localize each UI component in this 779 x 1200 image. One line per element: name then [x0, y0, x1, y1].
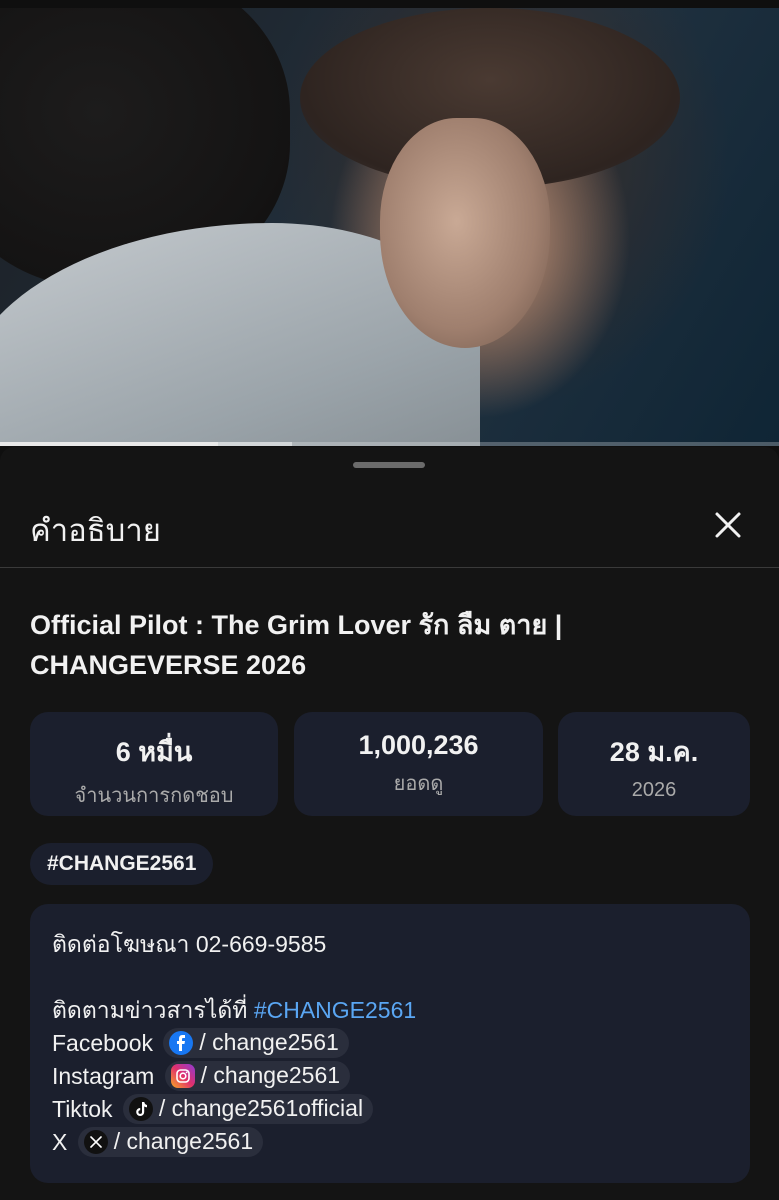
- likes-value: 6 หมื่น: [115, 737, 193, 767]
- instagram-handle: / change2561: [200, 1062, 341, 1089]
- close-button[interactable]: [706, 503, 750, 547]
- social-row-tiktok: Tiktok / change2561official: [52, 1093, 728, 1126]
- social-platform-label: X: [52, 1129, 68, 1155]
- date-value: 28 ม.ค.: [609, 737, 699, 767]
- divider: [0, 567, 779, 568]
- social-platform-label: Instagram: [52, 1063, 155, 1089]
- video-title: Official Pilot : The Grim Lover รัก ลืม …: [30, 610, 563, 680]
- instagram-icon: [170, 1063, 195, 1088]
- hashtag-chip[interactable]: #CHANGE2561: [30, 843, 214, 885]
- social-row-facebook: Facebook / change2561: [52, 1027, 728, 1060]
- views-value: 1,000,236: [358, 730, 479, 760]
- tiktok-handle: / change2561official: [158, 1095, 364, 1122]
- x-handle: / change2561: [113, 1128, 254, 1155]
- likes-label: จำนวนการกดชอบ: [74, 785, 234, 807]
- video-frame-face: [380, 118, 550, 348]
- sheet-title: คำอธิบาย: [30, 513, 161, 548]
- x-link-chip[interactable]: / change2561: [77, 1126, 264, 1157]
- facebook-link-chip[interactable]: / change2561: [163, 1027, 349, 1058]
- facebook-icon: [169, 1030, 194, 1055]
- social-platform-label: Facebook: [52, 1030, 154, 1056]
- facebook-handle: / change2561: [199, 1029, 339, 1056]
- views-label: ยอดดู: [393, 773, 444, 795]
- likes-stat: 6 หมื่น จำนวนการกดชอบ: [30, 712, 278, 816]
- drag-handle[interactable]: [353, 462, 425, 468]
- views-stat: 1,000,236 ยอดดู: [294, 712, 543, 816]
- social-platform-label: Tiktok: [52, 1096, 113, 1122]
- date-year: 2026: [631, 779, 677, 801]
- video-player[interactable]: [0, 8, 779, 446]
- description-sheet: คำอธิบาย Official Pilot : The Grim Lover…: [0, 447, 779, 1200]
- social-row-x: X / change2561: [52, 1126, 728, 1159]
- follow-line: ติดตามข่าวสารได้ที่ #CHANGE2561: [52, 997, 417, 1023]
- video-progress-bar[interactable]: [0, 442, 779, 446]
- tiktok-icon: [128, 1096, 153, 1121]
- description-box: ติดต่อโฆษณา 02-669-9585 ติดตามข่าวสารได้…: [30, 904, 750, 1183]
- contact-line: ติดต่อโฆษณา 02-669-9585: [52, 931, 327, 957]
- x-icon: [83, 1129, 108, 1154]
- follow-hashtag-link[interactable]: #CHANGE2561: [254, 997, 416, 1023]
- close-icon: [715, 512, 741, 538]
- social-row-instagram: Instagram / change2561: [52, 1060, 728, 1093]
- date-stat: 28 ม.ค. 2026: [558, 712, 750, 816]
- progress-played: [0, 442, 219, 446]
- instagram-link-chip[interactable]: / change2561: [164, 1060, 351, 1091]
- tiktok-link-chip[interactable]: / change2561official: [122, 1093, 374, 1124]
